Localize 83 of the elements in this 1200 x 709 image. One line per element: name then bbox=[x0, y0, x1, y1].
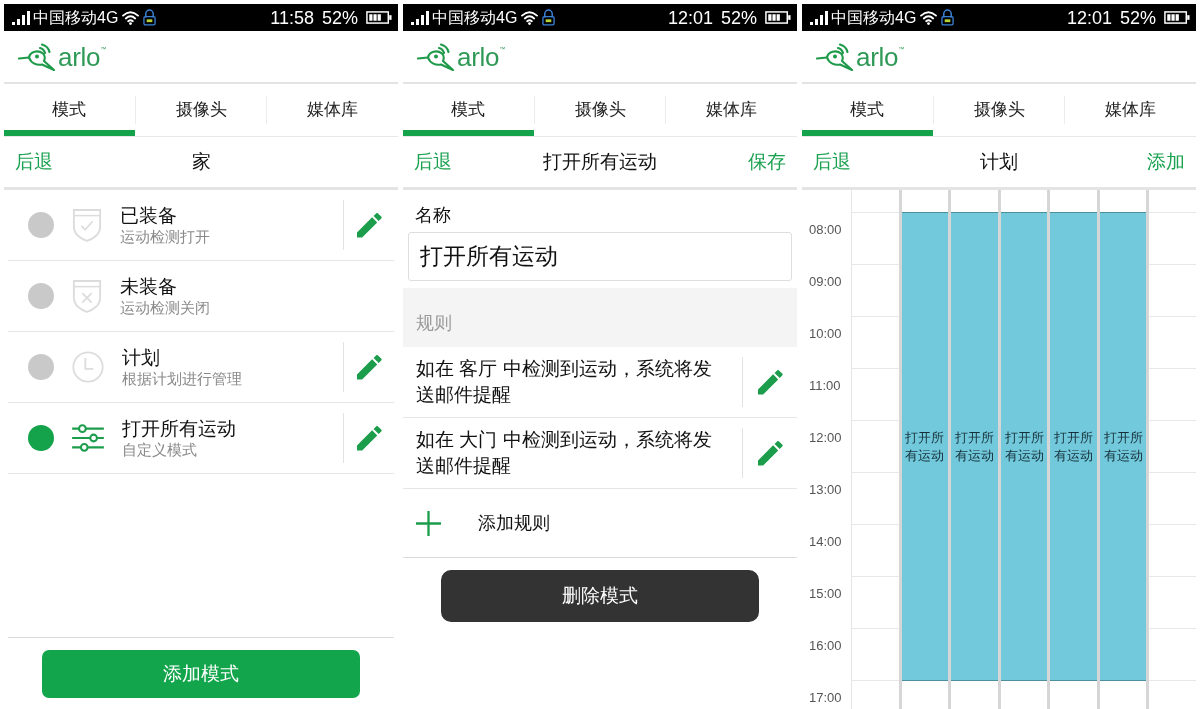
time-label: 14:00 bbox=[809, 534, 842, 549]
bird-logo-icon bbox=[816, 42, 854, 71]
carrier-label: 中国移动4G bbox=[432, 9, 518, 26]
mode-subtitle: 根据计划进行管理 bbox=[122, 368, 243, 389]
tab[interactable]: 模式 bbox=[802, 84, 933, 136]
logo-wordmark: arlo$^{™}$ bbox=[58, 43, 106, 70]
tab[interactable]: 摄像头 bbox=[135, 84, 267, 136]
plus-icon bbox=[415, 509, 442, 537]
schedule-block[interactable]: 打开所有运动 bbox=[901, 212, 949, 681]
screen-title: 打开所有运动 bbox=[543, 149, 657, 174]
tab[interactable]: 模式 bbox=[403, 84, 534, 136]
screen-title: 家 bbox=[191, 149, 211, 174]
battery-percent: 52% bbox=[720, 8, 757, 27]
header-action-button[interactable]: 保存 bbox=[748, 147, 786, 177]
tab[interactable]: 媒体库 bbox=[666, 84, 797, 136]
time-label: 15:00 bbox=[809, 586, 842, 601]
schedule-block[interactable]: 打开所有运动 bbox=[1099, 212, 1147, 681]
time-label: 09:00 bbox=[809, 274, 842, 289]
tab[interactable]: 模式 bbox=[4, 84, 135, 136]
edit-icon[interactable] bbox=[757, 369, 783, 395]
time-label: 08:00 bbox=[809, 222, 842, 237]
time-label: 12:00 bbox=[809, 430, 842, 445]
mode-list-item[interactable]: 打开所有运动 自定义模式 bbox=[8, 403, 394, 474]
bird-logo-icon bbox=[18, 42, 56, 71]
time-label: 11:00 bbox=[809, 378, 841, 393]
mode-title: 已装备 bbox=[120, 203, 178, 227]
clock-icon bbox=[72, 351, 104, 383]
shield-check-icon bbox=[72, 208, 102, 242]
wifi-icon bbox=[919, 10, 939, 25]
delete-mode-button[interactable]: 删除模式 bbox=[441, 570, 759, 622]
battery-percent: 52% bbox=[321, 8, 358, 27]
logo-wordmark: arlo$^{™}$ bbox=[856, 43, 904, 70]
mode-subtitle: 运动检测打开 bbox=[120, 226, 211, 247]
tab[interactable]: 摄像头 bbox=[534, 84, 666, 136]
mode-title: 未装备 bbox=[120, 274, 178, 298]
time-label: 10:00 bbox=[809, 326, 842, 341]
battery-icon bbox=[366, 11, 392, 24]
mode-title: 计划 bbox=[122, 345, 161, 369]
section-title: 规则 bbox=[416, 312, 452, 335]
edit-icon[interactable] bbox=[356, 354, 382, 380]
schedule-block[interactable]: 打开所有运动 bbox=[1050, 212, 1097, 681]
carrier-label: 中国移动4G bbox=[33, 9, 119, 26]
tab[interactable]: 媒体库 bbox=[267, 84, 398, 136]
time-label: 17:00 bbox=[809, 690, 842, 705]
mode-list-item[interactable]: 未装备 运动检测关闭 bbox=[8, 261, 394, 332]
mode-subtitle: 运动检测关闭 bbox=[120, 297, 211, 318]
rule-text: 如在 客厅 中检测到运动，系统将发送邮件提醒 bbox=[415, 357, 713, 407]
signal-icon bbox=[411, 10, 429, 25]
mode-list-item[interactable]: 计划 根据计划进行管理 bbox=[8, 332, 394, 403]
signal-icon bbox=[12, 10, 30, 25]
clock-time: 12:01 bbox=[1066, 8, 1112, 27]
carrier-label: 中国移动4G bbox=[831, 9, 917, 26]
lock-icon bbox=[941, 9, 955, 26]
lock-icon bbox=[143, 9, 157, 26]
clock-time: 12:01 bbox=[667, 8, 713, 27]
clock-time: 11:58 bbox=[270, 8, 314, 27]
edit-icon[interactable] bbox=[757, 440, 783, 466]
shield-x-icon bbox=[72, 279, 102, 313]
screen-title: 计划 bbox=[980, 149, 1018, 174]
signal-icon bbox=[810, 10, 828, 25]
tab[interactable]: 摄像头 bbox=[933, 84, 1065, 136]
battery-percent: 52% bbox=[1119, 8, 1156, 27]
name-input[interactable]: 打开所有运动 bbox=[408, 232, 792, 281]
field-label: 名称 bbox=[414, 204, 452, 226]
edit-icon[interactable] bbox=[356, 425, 382, 451]
battery-icon bbox=[1164, 11, 1190, 24]
schedule-block[interactable]: 打开所有运动 bbox=[951, 212, 998, 681]
sliders-icon bbox=[72, 424, 104, 452]
wifi-icon bbox=[121, 10, 141, 25]
rule-text: 如在 大门 中检测到运动，系统将发送邮件提醒 bbox=[415, 428, 713, 478]
mode-title: 打开所有运动 bbox=[122, 416, 237, 440]
lock-icon bbox=[542, 9, 556, 26]
time-label: 16:00 bbox=[809, 638, 842, 653]
time-label: 13:00 bbox=[809, 482, 842, 497]
bird-logo-icon bbox=[417, 42, 455, 71]
battery-icon bbox=[765, 11, 791, 24]
edit-icon[interactable] bbox=[356, 212, 382, 238]
wifi-icon bbox=[520, 10, 540, 25]
mode-subtitle: 自定义模式 bbox=[122, 439, 198, 460]
tab[interactable]: 媒体库 bbox=[1065, 84, 1196, 136]
logo-wordmark: arlo$^{™}$ bbox=[457, 43, 505, 70]
schedule-block[interactable]: 打开所有运动 bbox=[1000, 212, 1048, 681]
mode-list-item[interactable]: 已装备 运动检测打开 bbox=[8, 190, 394, 261]
